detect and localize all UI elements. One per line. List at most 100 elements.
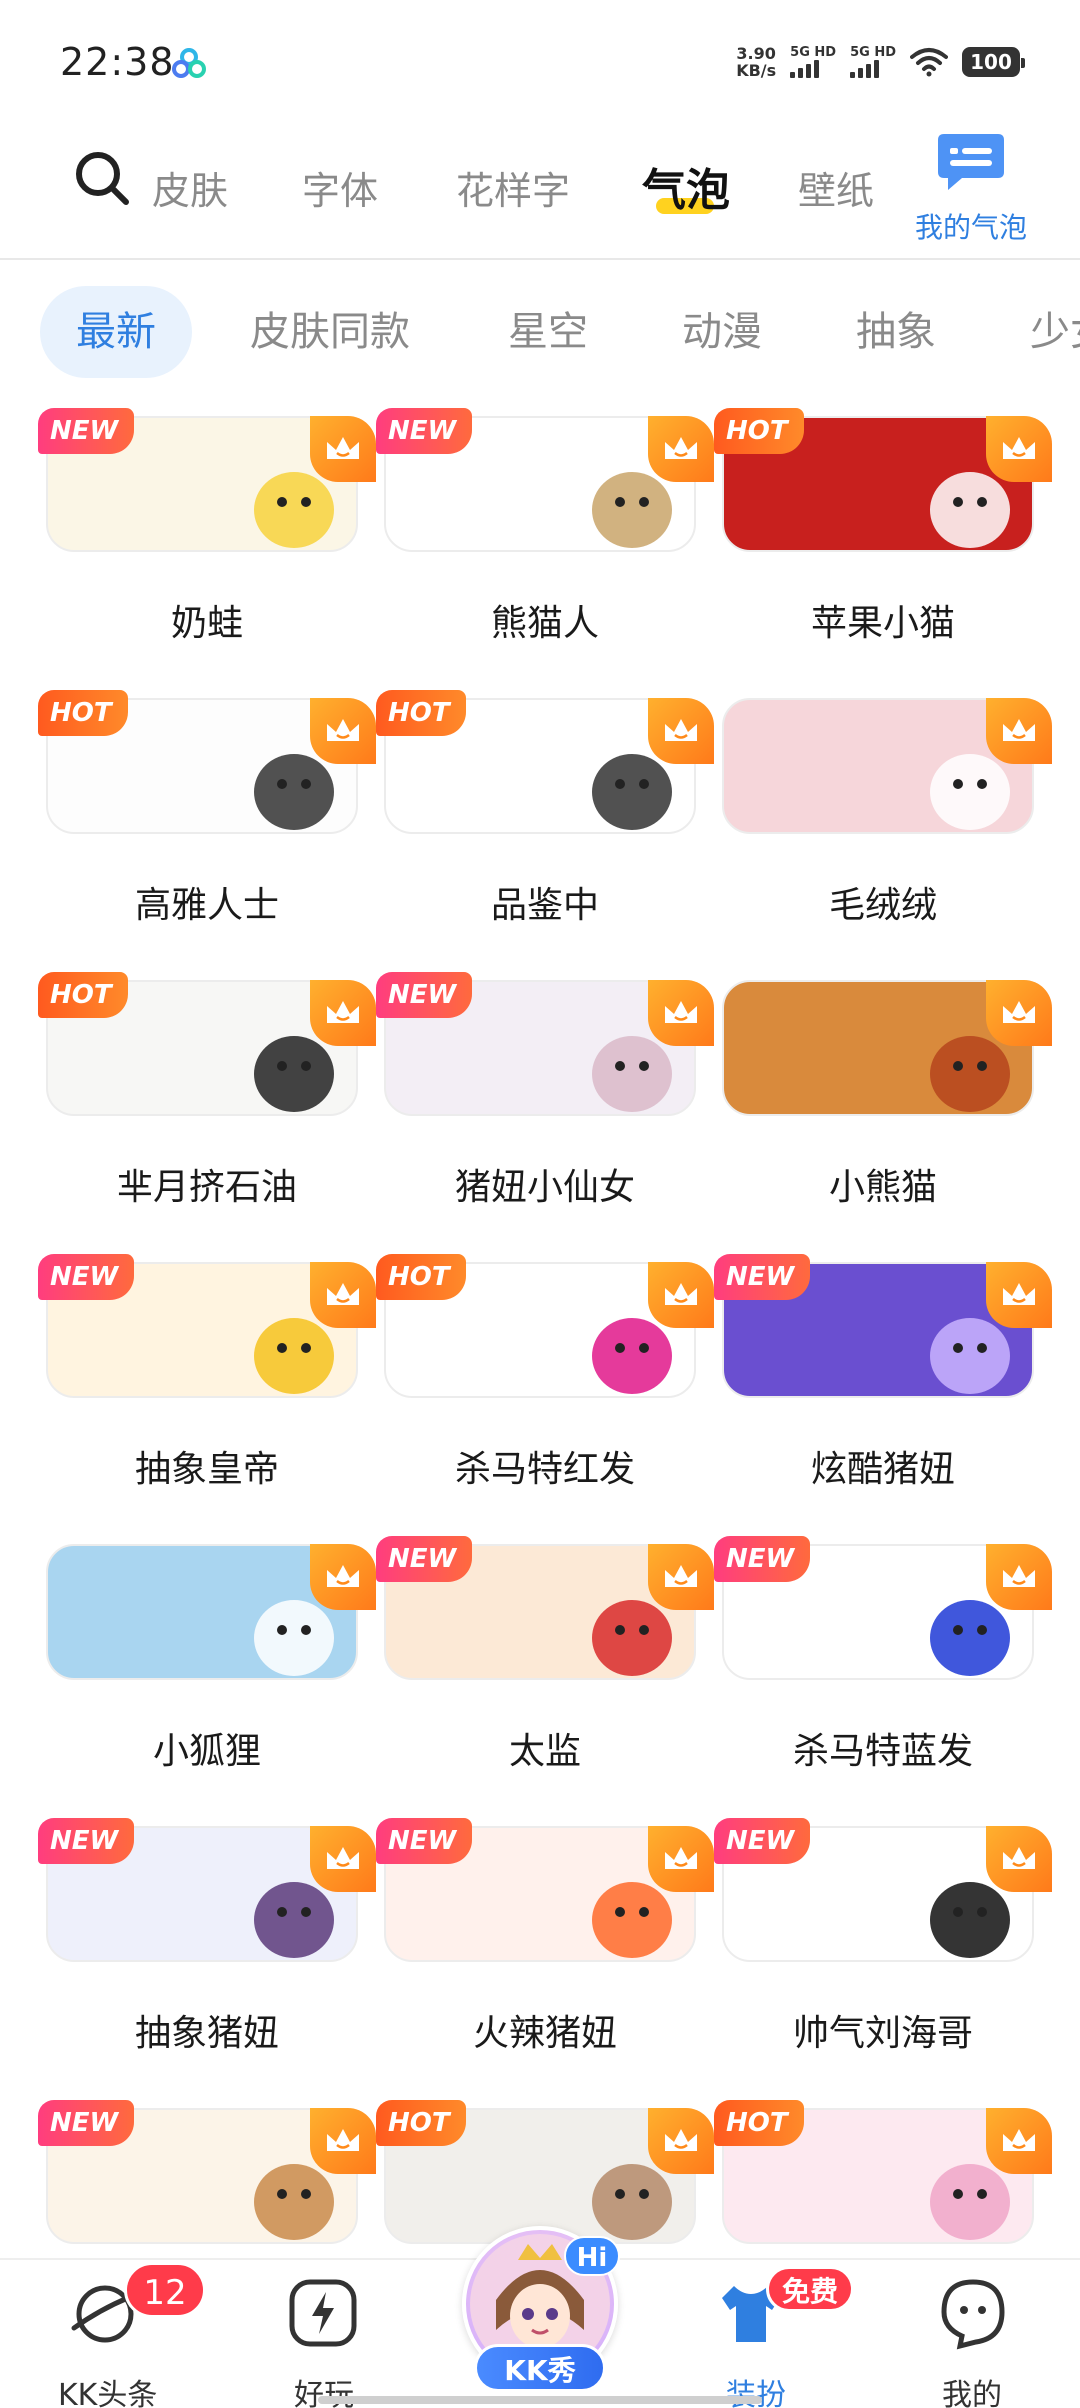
bubble-name: 毛绒绒 — [828, 885, 937, 926]
bubble-card[interactable]: 小熊猫 — [714, 962, 1052, 1244]
bubble-name: 品鉴中 — [490, 885, 599, 926]
signal-bars-icon — [790, 60, 820, 78]
tab-skin[interactable]: 皮肤 — [152, 160, 228, 215]
bubble-card[interactable]: 小狐狸 — [38, 1526, 376, 1808]
bubble-name: 抽象皇帝 — [134, 1449, 279, 1490]
nav-me-label: 我的 — [942, 2378, 1002, 2408]
vip-crown-icon — [648, 2108, 714, 2174]
tab-fancy-text[interactable]: 花样字 — [456, 160, 570, 215]
bubble-name: 火辣猪妞 — [472, 2013, 617, 2054]
chip-girl[interactable]: 少女 — [1030, 286, 1080, 378]
category-chips: 最新 皮肤同款 星空 动漫 抽象 少女 — [0, 286, 1080, 382]
hot-badge: HOT — [376, 2100, 466, 2146]
bubble-name: 苹果小猫 — [810, 603, 955, 644]
new-badge: NEW — [376, 1818, 473, 1864]
bubble-card[interactable]: 毛绒绒 — [714, 680, 1052, 962]
new-badge: NEW — [38, 1818, 135, 1864]
signal-sim2: 5G HD — [850, 46, 896, 78]
hot-badge: HOT — [376, 1254, 466, 1300]
hot-badge: HOT — [714, 408, 804, 454]
bubble-name: 高雅人士 — [134, 885, 279, 926]
vip-crown-icon — [986, 980, 1052, 1046]
bubble-card[interactable]: NEW 太监 — [376, 1526, 714, 1808]
bubble-card[interactable]: NEW 炫酷猪妞 — [714, 1244, 1052, 1526]
bubble-name: 杀马特蓝发 — [792, 1731, 973, 1772]
new-badge: NEW — [38, 1254, 135, 1300]
chip-abstract[interactable]: 抽象 — [856, 286, 936, 378]
chip-latest[interactable]: 最新 — [40, 286, 192, 378]
network-speed: 3.90 KB/s — [736, 45, 776, 79]
bubble-name: 熊猫人 — [490, 603, 599, 644]
vip-crown-icon — [986, 2108, 1052, 2174]
vip-crown-icon — [648, 980, 714, 1046]
bubble-card[interactable]: HOT — [714, 2090, 1052, 2256]
vip-crown-icon — [986, 416, 1052, 482]
status-bar: 22:38 3.90 KB/s 5G HD 5G HD 100 — [0, 0, 1080, 120]
bubble-name: 小熊猫 — [828, 1167, 937, 1208]
bubble-card[interactable]: HOT 高雅人士 — [38, 680, 376, 962]
bubble-card[interactable]: HOT 品鉴中 — [376, 680, 714, 962]
vip-crown-icon — [310, 1262, 376, 1328]
bubble-card[interactable]: NEW 抽象皇帝 — [38, 1244, 376, 1526]
my-bubble-label: 我的气泡 — [914, 211, 1027, 244]
vip-crown-icon — [648, 416, 714, 482]
vip-crown-icon — [310, 1544, 376, 1610]
bubble-name: 抽象猪妞 — [134, 2013, 279, 2054]
new-badge: NEW — [714, 1254, 811, 1300]
my-bubble-button[interactable]: 我的气泡 — [906, 130, 1036, 250]
vip-crown-icon — [986, 1262, 1052, 1328]
chip-anime[interactable]: 动漫 — [682, 286, 762, 378]
new-badge: NEW — [714, 1818, 811, 1864]
new-badge: NEW — [376, 408, 473, 454]
vip-crown-icon — [310, 1826, 376, 1892]
search-icon[interactable] — [74, 150, 130, 206]
hi-badge: Hi — [564, 2236, 620, 2276]
bubble-name: 小狐狸 — [152, 1731, 261, 1772]
signal-bars-icon — [850, 60, 880, 78]
vip-crown-icon — [310, 698, 376, 764]
free-badge: 免费 — [766, 2266, 854, 2312]
sim1-label: 5G HD — [790, 45, 837, 60]
bubble-name: 帅气刘海哥 — [792, 2013, 973, 2054]
hot-badge: HOT — [38, 972, 128, 1018]
vip-crown-icon — [648, 1544, 714, 1610]
bubble-name: 杀马特红发 — [454, 1449, 635, 1490]
tab-wallpaper[interactable]: 壁纸 — [798, 160, 874, 215]
bubble-card[interactable]: NEW 猪妞小仙女 — [376, 962, 714, 1244]
new-badge: NEW — [376, 1536, 473, 1582]
vip-crown-icon — [648, 1262, 714, 1328]
bubble-name: 猪妞小仙女 — [454, 1167, 635, 1208]
chip-starry[interactable]: 星空 — [508, 286, 588, 378]
bubble-card[interactable]: HOT 芈月挤石油 — [38, 962, 376, 1244]
nav-kk-show-label: KK秀 — [474, 2344, 606, 2392]
ghost-face-icon — [941, 2279, 1005, 2350]
bubble-card[interactable]: NEW 火辣猪妞 — [376, 1808, 714, 2090]
bubble-card[interactable]: HOT 杀马特红发 — [376, 1244, 714, 1526]
app-notification-icon — [172, 48, 206, 78]
hot-badge: HOT — [38, 690, 128, 736]
bubble-card[interactable]: NEW 熊猫人 — [376, 398, 714, 680]
bubble-card[interactable]: NEW 帅气刘海哥 — [714, 1808, 1052, 2090]
tab-bubble[interactable]: 气泡 — [642, 154, 730, 218]
sim2-label: 5G HD — [850, 45, 896, 60]
bubble-card[interactable]: NEW 杀马特蓝发 — [714, 1526, 1052, 1808]
wifi-icon — [910, 48, 948, 77]
bubble-card[interactable]: NEW 抽象猪妞 — [38, 1808, 376, 2090]
network-speed-value: 3.90 — [736, 44, 776, 63]
vip-crown-icon — [310, 416, 376, 482]
vip-crown-icon — [986, 698, 1052, 764]
chip-skin-same[interactable]: 皮肤同款 — [250, 286, 410, 378]
bubble-card[interactable]: HOT 苹果小猫 — [714, 398, 1052, 680]
home-indicator — [318, 2396, 762, 2404]
vip-crown-icon — [648, 698, 714, 764]
tab-font[interactable]: 字体 — [302, 160, 378, 215]
bubble-name: 炫酷猪妞 — [810, 1449, 955, 1490]
hot-badge: HOT — [714, 2100, 804, 2146]
bubble-card[interactable]: NEW — [38, 2090, 376, 2256]
news-count-badge: 12 — [124, 2262, 206, 2318]
bubble-name: 芈月挤石油 — [116, 1167, 297, 1208]
network-speed-unit: KB/s — [736, 61, 777, 80]
vip-crown-icon — [648, 1826, 714, 1892]
new-badge: NEW — [714, 1536, 811, 1582]
bubble-card[interactable]: NEW 奶蛙 — [38, 398, 376, 680]
